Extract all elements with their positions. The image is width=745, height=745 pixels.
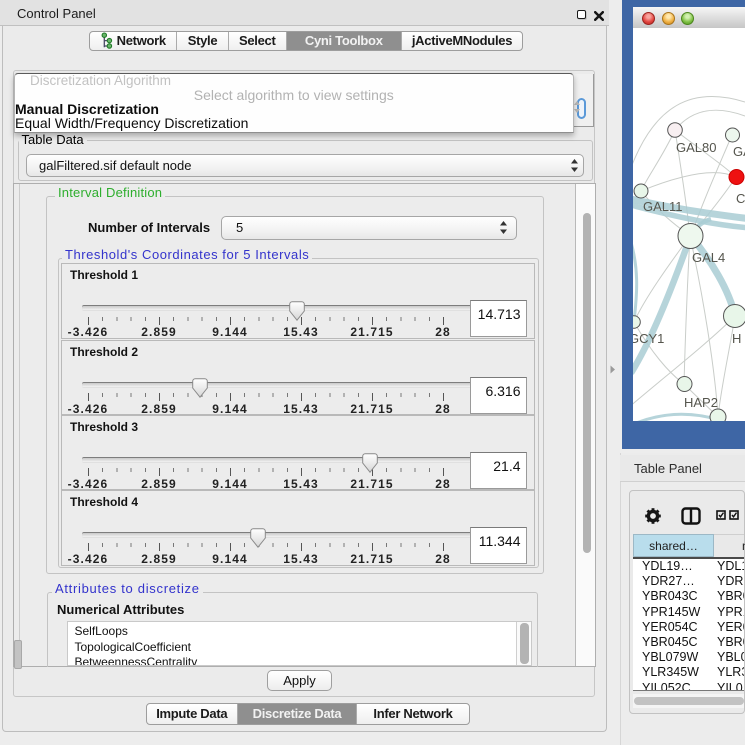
svg-text:C: C [736,191,745,206]
svg-text:GAL4: GAL4 [692,250,725,265]
svg-text:GAL11: GAL11 [643,199,683,214]
svg-text:GAL80: GAL80 [676,140,716,155]
svg-text:GA: GA [733,144,745,159]
svg-text:GCY1: GCY1 [633,331,664,346]
svg-text:HAP2: HAP2 [684,395,718,410]
svg-text:H: H [732,331,741,346]
